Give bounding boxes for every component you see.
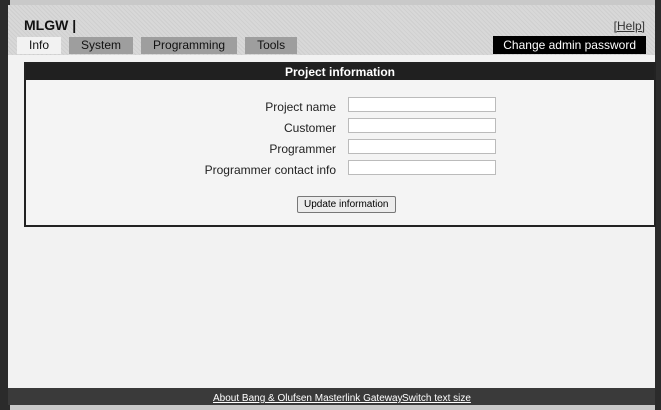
programmer-contact-info-label: Programmer contact info xyxy=(204,163,336,177)
update-information-button[interactable]: Update information xyxy=(297,196,396,213)
change-admin-password-button[interactable]: Change admin password xyxy=(493,36,646,54)
switch-text-size-link[interactable]: Switch text size xyxy=(402,393,471,404)
customer-input[interactable] xyxy=(348,118,496,133)
about-link[interactable]: About Bang & Olufsen Masterlink Gateway xyxy=(213,393,403,404)
tab-programming[interactable]: Programming xyxy=(141,37,238,54)
project-name-input[interactable] xyxy=(348,97,496,112)
footer-bar: About Bang & Olufsen Masterlink Gateway … xyxy=(8,388,655,405)
app-logo: MLGW | xyxy=(24,17,77,33)
programmer-input[interactable] xyxy=(348,139,496,154)
programmer-label: Programmer xyxy=(269,142,336,156)
tab-info[interactable]: Info xyxy=(17,37,62,54)
project-name-label: Project name xyxy=(265,100,336,114)
project-information-panel: Project information Project name Custome… xyxy=(24,62,656,227)
tab-bar: Info System Programming Tools xyxy=(17,37,298,54)
tab-system[interactable]: System xyxy=(69,37,134,54)
customer-label: Customer xyxy=(283,121,336,135)
help-link[interactable]: [Help] xyxy=(614,19,645,33)
tab-tools[interactable]: Tools xyxy=(245,37,298,54)
panel-title: Project information xyxy=(26,64,654,80)
programmer-contact-info-input[interactable] xyxy=(348,160,496,175)
